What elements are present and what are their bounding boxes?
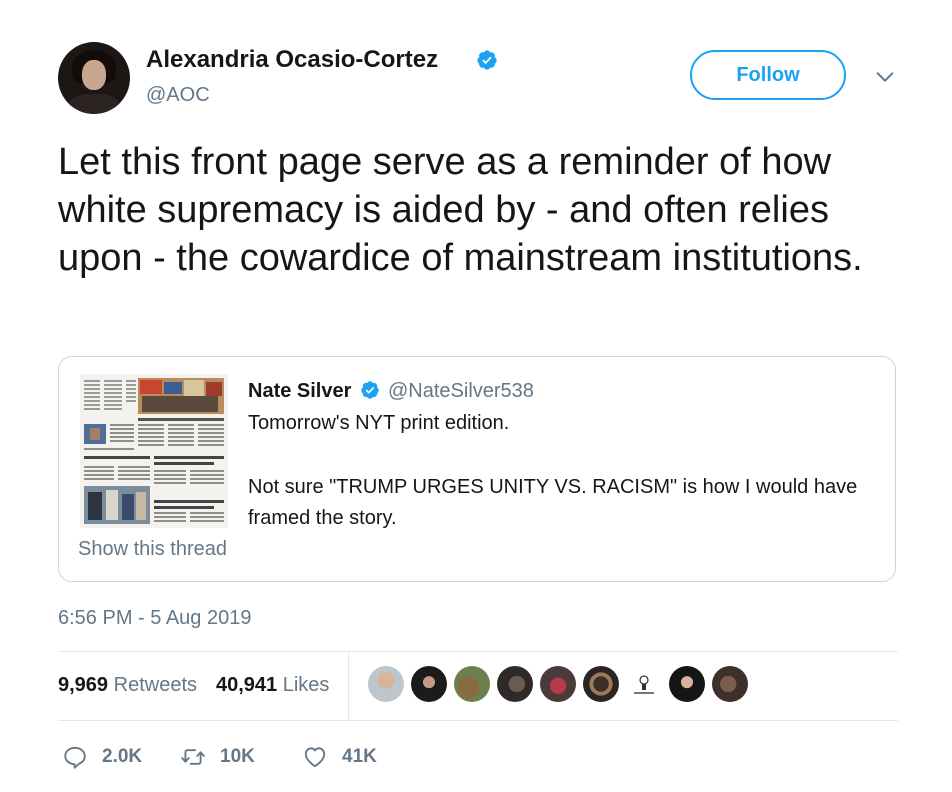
author-handle[interactable]: @AOC: [146, 84, 210, 107]
like-button[interactable]: 41K: [302, 744, 377, 770]
liker-avatar[interactable]: [712, 666, 748, 702]
chevron-down-icon[interactable]: [874, 66, 896, 88]
likes-label: Likes: [282, 674, 330, 696]
stats-separator: [348, 652, 349, 720]
retweets-stat[interactable]: 9,969 Retweets: [58, 674, 197, 697]
liker-avatar[interactable]: [368, 666, 404, 702]
liker-avatar[interactable]: [411, 666, 447, 702]
tweet-text: Let this front page serve as a reminder …: [58, 141, 863, 279]
liker-avatar[interactable]: [669, 666, 705, 702]
quoted-tweet-text-line1: Tomorrow's NYT print edition.: [248, 412, 510, 434]
retweets-label: Retweets: [113, 674, 197, 696]
quoted-tweet-text-line2: Not sure "TRUMP URGES UNITY VS. RACISM" …: [248, 476, 858, 529]
heart-icon: [304, 747, 326, 768]
quoted-author-handle[interactable]: @NateSilver538: [388, 380, 534, 403]
likes-count: 40,941: [216, 674, 278, 696]
reply-button[interactable]: 2.0K: [62, 744, 142, 770]
liker-avatar[interactable]: [454, 666, 490, 702]
author-avatar[interactable]: [58, 42, 130, 114]
retweet-icon: [181, 749, 205, 765]
reply-count: 2.0K: [102, 746, 143, 767]
author-name[interactable]: Alexandria Ocasio-Cortez: [146, 46, 438, 74]
liker-avatar[interactable]: [540, 666, 576, 702]
divider: [58, 651, 898, 652]
tweet-timestamp[interactable]: 6:56 PM - 5 Aug 2019: [58, 607, 251, 630]
retweets-count: 9,969: [58, 674, 109, 696]
liker-avatar[interactable]: [583, 666, 619, 702]
liker-avatar[interactable]: [497, 666, 533, 702]
like-count: 41K: [342, 746, 377, 767]
logo-icon: [634, 675, 654, 694]
likes-stat[interactable]: 40,941 Likes: [216, 674, 329, 697]
liker-avatar[interactable]: [626, 666, 662, 702]
follow-button[interactable]: Follow: [690, 50, 846, 100]
divider: [58, 720, 898, 721]
retweet-button[interactable]: 10K: [180, 744, 255, 770]
quoted-author-name[interactable]: Nate Silver: [248, 380, 351, 403]
reply-icon: [64, 746, 86, 769]
show-thread-link[interactable]: Show this thread: [78, 538, 227, 561]
verified-badge-icon: [361, 381, 379, 399]
retweet-count: 10K: [220, 746, 255, 767]
newspaper-front-page-image[interactable]: [80, 374, 228, 528]
verified-badge-icon: [477, 50, 497, 70]
